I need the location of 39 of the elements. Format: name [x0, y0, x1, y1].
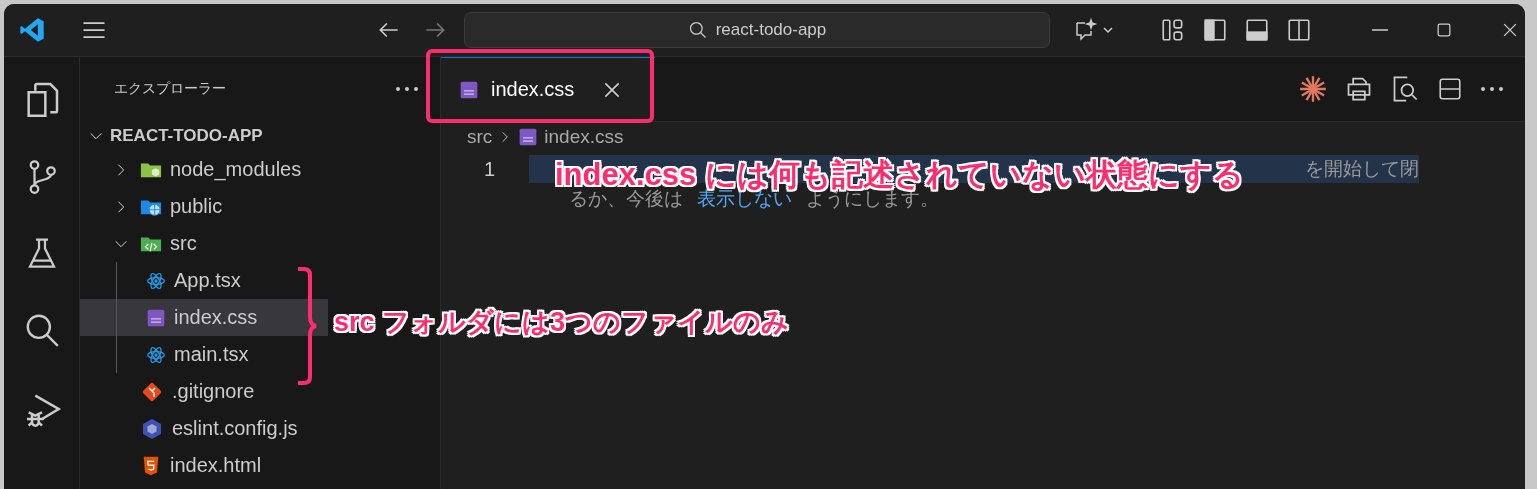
editor-tab[interactable]: index.css [441, 57, 655, 121]
chat-sparkle-icon [1074, 17, 1114, 43]
folder-item[interactable]: node_modules [80, 151, 440, 188]
breadcrumb-item[interactable]: index.css [544, 126, 624, 148]
react-icon [146, 270, 166, 291]
minimize-icon [1372, 29, 1388, 31]
preview-search-icon [1391, 75, 1419, 103]
more-actions-icon [1481, 86, 1503, 92]
sidebar-title: エクスプローラー [114, 80, 226, 98]
file-item[interactable]: index.html [80, 447, 440, 484]
file-item[interactable]: index.css [80, 299, 328, 336]
hint-text: を開始して閉 [1305, 157, 1419, 181]
annotation-text: src フォルダには3つのファイルのみ [334, 306, 790, 339]
close-icon [604, 81, 621, 98]
folder-item[interactable]: src [80, 225, 440, 262]
breadcrumb-item[interactable]: src [467, 126, 493, 148]
sidebar-toggle-icon [1202, 17, 1228, 43]
line-number: 1 [482, 157, 496, 181]
starburst-icon [1299, 75, 1327, 103]
search-icon [687, 20, 708, 40]
react-icon [146, 344, 166, 365]
search-field[interactable]: react-todo-app [464, 12, 1050, 48]
folder-item[interactable]: public [80, 188, 440, 225]
hint-text: るか、今後は [569, 187, 683, 211]
app-logo-icon [18, 16, 46, 44]
file-item[interactable]: eslint.config.js [80, 410, 440, 447]
file-item[interactable]: .gitignore [80, 373, 440, 410]
hexagon-icon [140, 416, 164, 441]
more-actions-icon [396, 86, 418, 92]
panel-toggle-icon [1244, 17, 1270, 43]
file-item[interactable]: App.tsx [80, 262, 440, 299]
file-item[interactable]: main.tsx [80, 336, 440, 373]
css-icon [146, 307, 166, 328]
split-editor-icon [1437, 76, 1463, 102]
folder-root[interactable]: REACT-TODO-APP [80, 121, 440, 151]
css-icon [518, 127, 539, 147]
split-layout-icon [1286, 17, 1312, 43]
css-icon [459, 79, 479, 100]
print-icon [1345, 75, 1373, 103]
